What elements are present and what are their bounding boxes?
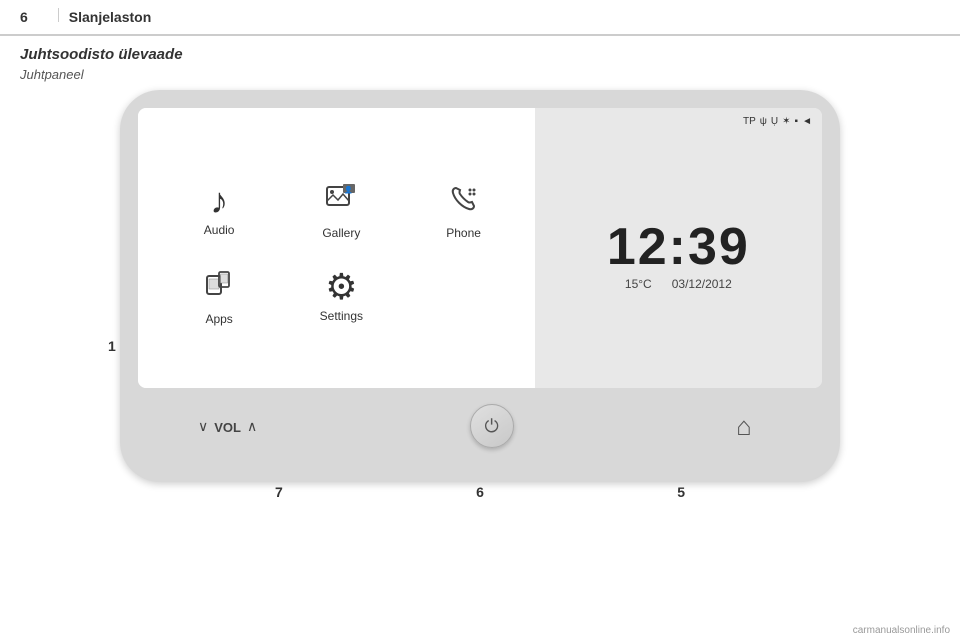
home-icon: ⌂ bbox=[736, 411, 752, 442]
gallery-icon: 👤 bbox=[323, 180, 359, 222]
menu-item-phone[interactable]: Phone bbox=[402, 172, 524, 248]
status-battery: ▪ bbox=[795, 116, 799, 127]
status-volume: ◄ bbox=[802, 116, 812, 127]
apps-icon bbox=[201, 266, 237, 308]
clock-display: 12:39 bbox=[607, 221, 750, 273]
bottom-controls: ∨ VOL ∧ ⏻ ⌂ bbox=[138, 394, 822, 452]
page-header: 6 Slanjelaston bbox=[0, 0, 960, 35]
gallery-label: Gallery bbox=[322, 226, 360, 240]
annotation-5: 5 bbox=[677, 484, 685, 500]
vol-up-icon[interactable]: ∧ bbox=[247, 418, 257, 435]
audio-icon: ♪ bbox=[210, 183, 228, 219]
status-signal: ψ bbox=[760, 116, 767, 127]
date-display: 03/12/2012 bbox=[672, 277, 732, 291]
phone-icon bbox=[446, 180, 482, 222]
clock-area: 12:39 15°C 03/12/2012 bbox=[545, 131, 812, 380]
vol-arrows[interactable]: ∨ VOL ∧ bbox=[198, 418, 257, 435]
section-title: Juhtsoodisto ülevaade bbox=[0, 36, 960, 65]
phone-label: Phone bbox=[446, 226, 481, 240]
annotation-1: 1 bbox=[108, 338, 116, 354]
audio-label: Audio bbox=[204, 223, 235, 237]
status-bt: ✶ bbox=[782, 116, 790, 127]
apps-label: Apps bbox=[205, 312, 232, 326]
annotation-7: 7 bbox=[275, 484, 283, 500]
menu-item-settings[interactable]: ⚙ Settings bbox=[280, 258, 402, 334]
settings-icon: ⚙ bbox=[325, 269, 357, 305]
svg-text:👤: 👤 bbox=[344, 185, 353, 194]
vol-down-icon[interactable]: ∨ bbox=[198, 418, 208, 435]
section-subtitle: Juhtpaneel bbox=[0, 65, 960, 90]
power-button[interactable]: ⏻ bbox=[470, 404, 514, 448]
screen: ♪ Audio 👤 Ga bbox=[138, 108, 822, 388]
watermark: carmanualsonline.info bbox=[853, 625, 950, 636]
status-tp: TP bbox=[743, 116, 756, 127]
temperature-display: 15°C bbox=[625, 277, 652, 291]
settings-label: Settings bbox=[320, 309, 363, 323]
menu-item-gallery[interactable]: 👤 Gallery bbox=[280, 172, 402, 248]
home-button[interactable]: ⌂ bbox=[726, 408, 762, 444]
power-icon: ⏻ bbox=[484, 416, 498, 437]
status-usb: Ụ bbox=[771, 116, 778, 127]
status-bar: TP ψ Ụ ✶ ▪ ◄ bbox=[545, 116, 812, 127]
vol-label: VOL bbox=[214, 420, 241, 435]
clock-info-bar: 15°C 03/12/2012 bbox=[625, 277, 732, 291]
menu-item-audio[interactable]: ♪ Audio bbox=[158, 172, 280, 248]
info-panel: TP ψ Ụ ✶ ▪ ◄ 12:39 15°C 03/12/2012 bbox=[535, 108, 822, 388]
menu-empty bbox=[402, 258, 524, 334]
menu-item-apps[interactable]: Apps bbox=[158, 258, 280, 334]
menu-panel: ♪ Audio 👤 Ga bbox=[138, 108, 535, 388]
page-number: 6 bbox=[20, 9, 28, 25]
menu-grid: ♪ Audio 👤 Ga bbox=[158, 172, 525, 334]
annotation-6: 6 bbox=[476, 484, 484, 500]
page-title: Slanjelaston bbox=[69, 9, 151, 25]
device-outer: ♪ Audio 👤 Ga bbox=[120, 90, 840, 482]
vol-control[interactable]: ∨ VOL ∧ bbox=[198, 418, 257, 435]
